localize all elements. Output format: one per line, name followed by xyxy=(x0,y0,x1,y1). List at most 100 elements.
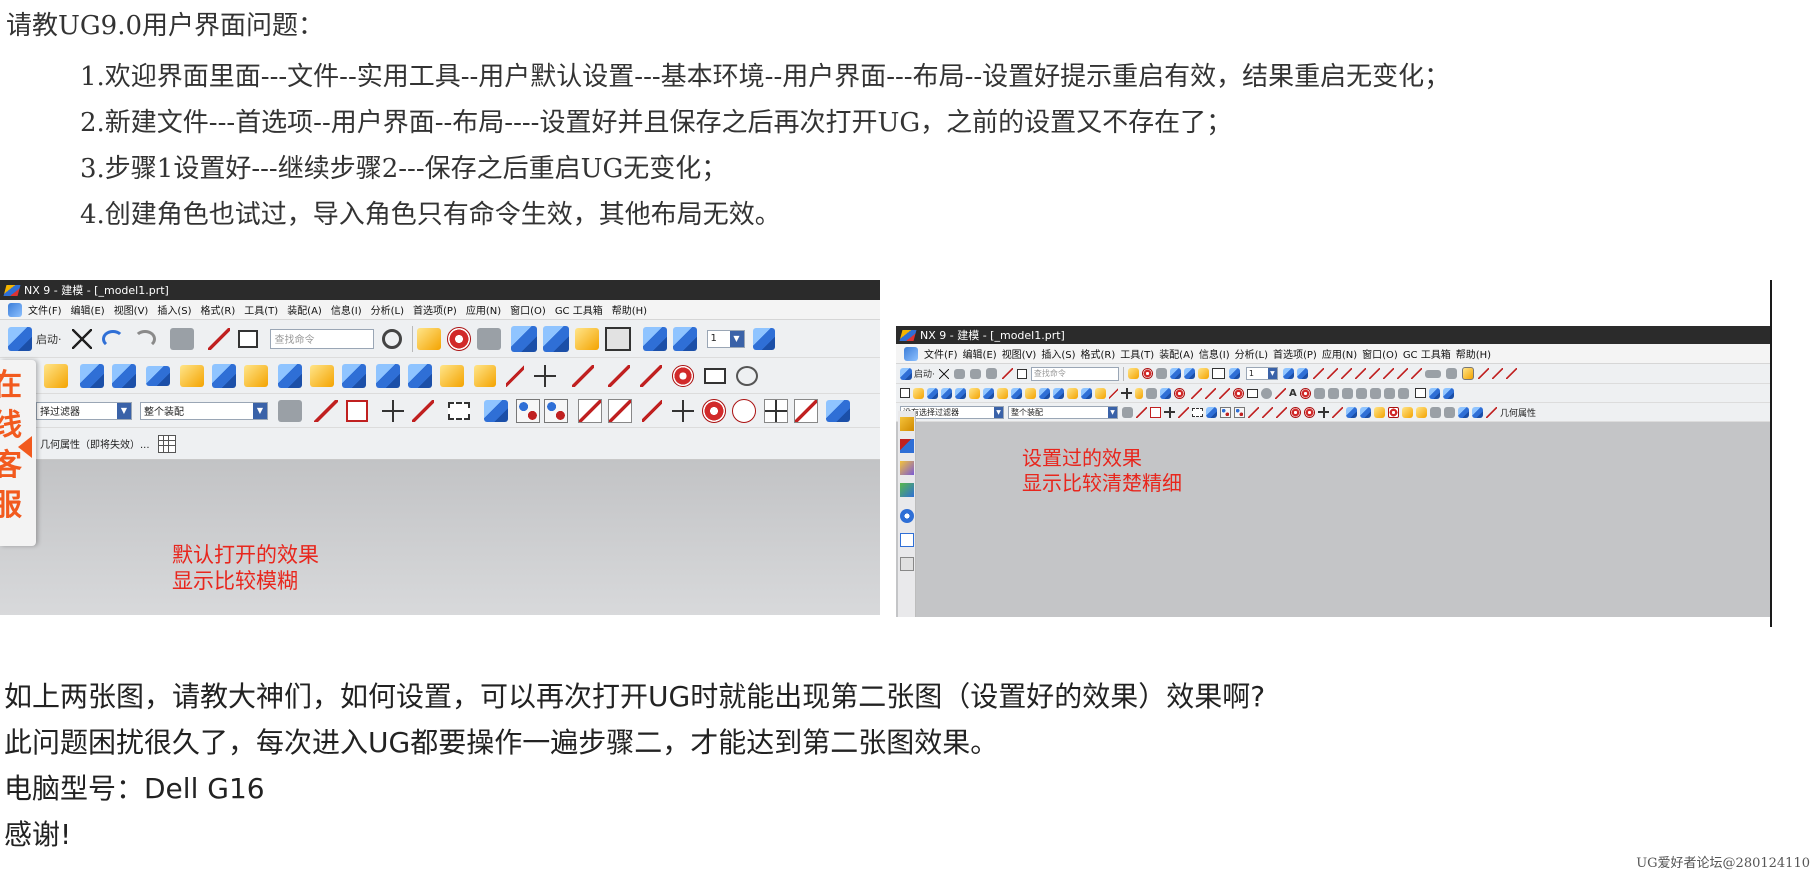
view-iso-icon[interactable] xyxy=(1442,387,1454,399)
datum-axis-icon[interactable] xyxy=(1109,387,1118,399)
command-search-input[interactable]: 查找命令 xyxy=(269,328,374,349)
blend-icon[interactable] xyxy=(310,364,334,387)
menu-format[interactable]: 格式(R) xyxy=(201,302,236,317)
menu-preferences[interactable]: 首选项(P) xyxy=(1273,346,1317,361)
menu-insert[interactable]: 插入(S) xyxy=(1041,346,1075,361)
assembly-scope-select[interactable]: 整个装配 ▼ xyxy=(140,401,268,420)
angle-icon[interactable] xyxy=(1340,368,1352,379)
control-point-icon[interactable] xyxy=(642,399,662,422)
select-box-icon[interactable] xyxy=(346,399,368,422)
end-point-icon[interactable] xyxy=(578,398,602,423)
select-curve-icon[interactable] xyxy=(1178,406,1189,418)
filter-options-icon[interactable] xyxy=(1122,406,1133,418)
menu-file[interactable]: 文件(F) xyxy=(28,302,62,317)
mirror-icon[interactable] xyxy=(1472,406,1483,418)
assembly-icon[interactable] xyxy=(1416,406,1427,418)
select-body-icon[interactable] xyxy=(484,399,508,422)
arc-icon[interactable] xyxy=(640,364,662,387)
menu-insert[interactable]: 插入(S) xyxy=(157,302,191,317)
csys-icon[interactable] xyxy=(534,364,556,387)
menu-info[interactable]: 信息(I) xyxy=(331,302,362,317)
end-point-icon[interactable] xyxy=(1248,406,1259,418)
sheet-icon[interactable] xyxy=(1160,387,1171,399)
spline-icon[interactable] xyxy=(1261,387,1272,399)
assembly-navigator-icon[interactable] xyxy=(900,417,914,431)
undo-icon[interactable] xyxy=(101,329,124,348)
fit-view-icon[interactable] xyxy=(1127,368,1139,379)
snap-icon[interactable] xyxy=(1001,368,1013,379)
extrude-icon[interactable] xyxy=(80,363,104,388)
snap-point-icon[interactable] xyxy=(382,399,404,422)
datum-axis-icon[interactable] xyxy=(506,364,524,387)
pocket-icon[interactable] xyxy=(212,363,236,388)
trim-curve-icon[interactable] xyxy=(1383,387,1395,399)
select-line-icon[interactable] xyxy=(1136,406,1147,418)
quadrant-icon[interactable] xyxy=(1304,406,1315,418)
part-navigator-icon[interactable] xyxy=(900,461,914,475)
curve-length-icon[interactable] xyxy=(1369,387,1381,399)
menu-tools[interactable]: 工具(T) xyxy=(1120,346,1154,361)
note-icon[interactable] xyxy=(1396,368,1408,379)
menu-analysis[interactable]: 分析(L) xyxy=(371,302,404,317)
shell-icon[interactable] xyxy=(1053,387,1064,399)
sketch-icon[interactable] xyxy=(913,387,924,399)
constraint-navigator-icon[interactable] xyxy=(900,439,914,453)
surface-icon[interactable] xyxy=(1095,387,1106,399)
circle-icon[interactable] xyxy=(1233,387,1244,399)
boss-icon[interactable] xyxy=(969,387,980,399)
join-icon[interactable] xyxy=(1341,387,1353,399)
pocket-icon[interactable] xyxy=(983,387,994,399)
search-icon[interactable] xyxy=(381,328,402,349)
menu-tools[interactable]: 工具(T) xyxy=(244,302,278,317)
new-icon[interactable] xyxy=(900,388,910,398)
existing-point-icon[interactable] xyxy=(1318,406,1329,418)
rectangle-icon[interactable] xyxy=(704,367,726,384)
rotate-icon[interactable] xyxy=(446,326,471,351)
sketch-curve-icon[interactable] xyxy=(1505,368,1517,379)
hole-icon[interactable] xyxy=(146,365,170,386)
wireframe-icon[interactable] xyxy=(542,325,569,352)
datum-plane-icon[interactable] xyxy=(1135,387,1143,399)
select-rectangle-icon[interactable] xyxy=(448,401,470,420)
app-menu-icon[interactable] xyxy=(8,302,22,317)
body-icon[interactable] xyxy=(1360,406,1371,418)
undo-icon[interactable] xyxy=(953,368,965,379)
layer-icon[interactable] xyxy=(1197,368,1209,379)
revolve-icon[interactable] xyxy=(112,363,136,388)
layer-select[interactable]: 1 ▼ xyxy=(706,329,745,348)
geometry-properties-command[interactable]: 几何属性 xyxy=(1500,406,1536,419)
fit-view-icon[interactable] xyxy=(416,327,441,350)
view-frame-icon[interactable] xyxy=(1414,388,1426,398)
bracket-icon[interactable] xyxy=(1445,368,1457,379)
menu-gc-toolbox[interactable]: GC 工具箱 xyxy=(1403,346,1451,361)
grid-snap-icon[interactable] xyxy=(544,398,568,423)
expand-arrow-icon[interactable] xyxy=(18,436,32,458)
layer-select[interactable]: 1 ▼ xyxy=(1245,367,1278,380)
menu-file[interactable]: 文件(F) xyxy=(924,346,958,361)
trim-body-icon[interactable] xyxy=(440,364,464,387)
assembly-scope-select[interactable]: 整个装配 ▼ xyxy=(1008,405,1118,419)
part-nav-icon[interactable] xyxy=(1461,367,1474,380)
bridge-icon[interactable] xyxy=(1327,387,1339,399)
redo-icon[interactable] xyxy=(133,329,156,348)
chamfer-icon[interactable] xyxy=(342,363,366,388)
snap-icon[interactable] xyxy=(207,327,230,350)
menu-preferences[interactable]: 首选项(P) xyxy=(413,302,457,317)
length-icon[interactable] xyxy=(1368,368,1380,379)
existing-point-icon[interactable] xyxy=(764,398,788,423)
sketch-arc-icon[interactable] xyxy=(1491,368,1503,379)
menu-assembly[interactable]: 装配(A) xyxy=(1159,346,1194,361)
web-browser-icon[interactable] xyxy=(900,509,914,523)
close-icon[interactable] xyxy=(938,368,949,379)
mid-point-icon[interactable] xyxy=(1262,406,1273,418)
chevron-down-icon[interactable]: ▼ xyxy=(1108,406,1117,418)
roles-icon[interactable] xyxy=(900,557,914,571)
layer-settings-icon[interactable] xyxy=(1282,368,1294,379)
chevron-down-icon[interactable]: ▼ xyxy=(117,402,131,419)
graphics-window[interactable] xyxy=(0,460,880,615)
point-icon[interactable] xyxy=(1174,387,1185,399)
control-point-icon[interactable] xyxy=(1276,406,1287,418)
clipboard-icon[interactable] xyxy=(169,327,194,350)
point-on-face-icon[interactable] xyxy=(826,399,850,422)
draft-icon[interactable] xyxy=(1081,387,1092,399)
